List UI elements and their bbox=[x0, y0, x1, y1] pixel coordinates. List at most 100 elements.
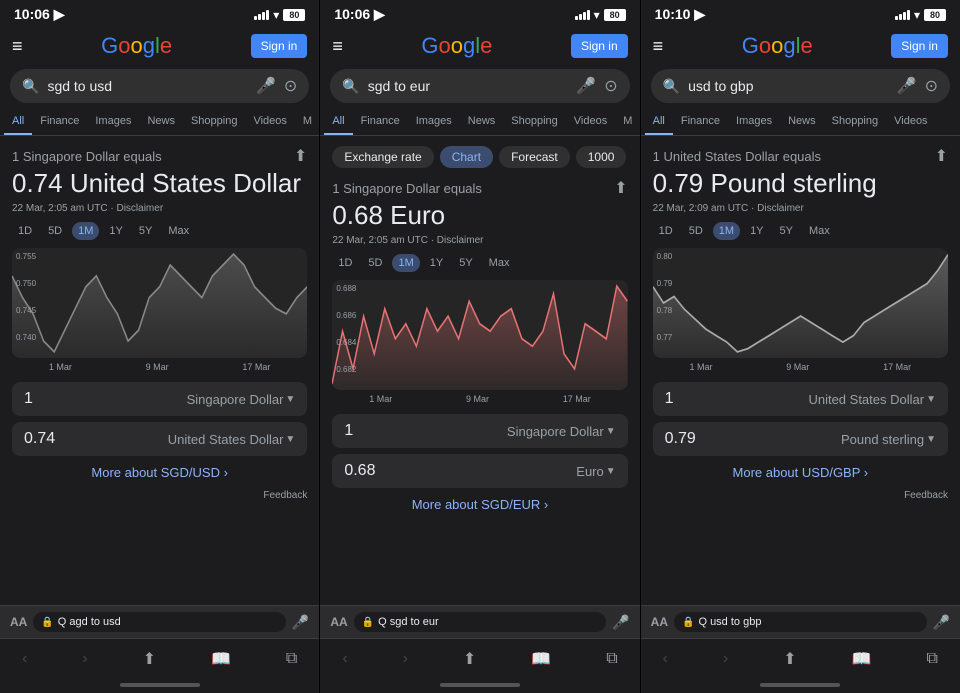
bookmarks-button[interactable]: 📖 bbox=[203, 645, 239, 673]
lens-icon[interactable]: ⊙ bbox=[604, 76, 617, 96]
conv-currency-1[interactable]: Pound sterling ▼ bbox=[841, 432, 936, 447]
more-link[interactable]: More about SGD/EUR › bbox=[332, 496, 627, 514]
bookmarks-button[interactable]: 📖 bbox=[844, 645, 880, 673]
tab-m[interactable]: M bbox=[295, 109, 319, 135]
tab-all[interactable]: All bbox=[324, 109, 352, 135]
time-btn-5d[interactable]: 5D bbox=[362, 254, 388, 272]
conv-currency-1[interactable]: Euro ▼ bbox=[576, 464, 615, 479]
time-btn-5y[interactable]: 5Y bbox=[774, 222, 799, 240]
tab-videos[interactable]: Videos bbox=[886, 109, 935, 135]
conv-currency-0[interactable]: Singapore Dollar ▼ bbox=[187, 392, 296, 407]
share-nav-button[interactable]: ⬆ bbox=[135, 645, 164, 673]
time-btn-5y[interactable]: 5Y bbox=[133, 222, 158, 240]
browser-mic-icon[interactable]: 🎤 bbox=[612, 614, 629, 631]
forward-button[interactable]: › bbox=[395, 646, 416, 672]
tabs-button[interactable]: ⧉ bbox=[278, 646, 305, 672]
back-button[interactable]: ‹ bbox=[14, 646, 35, 672]
more-link-text[interactable]: More about SGD/EUR › bbox=[412, 497, 549, 512]
browser-url[interactable]: 🔒 Q agd to usd bbox=[33, 612, 286, 632]
tab-videos[interactable]: Videos bbox=[245, 109, 294, 135]
filter-pill-chart[interactable]: Chart bbox=[440, 146, 493, 168]
tab-images[interactable]: Images bbox=[408, 109, 460, 135]
converter-row-0[interactable]: 1 Singapore Dollar ▼ bbox=[332, 414, 627, 448]
sign-in-button[interactable]: Sign in bbox=[571, 34, 628, 58]
time-btn-1d[interactable]: 1D bbox=[332, 254, 358, 272]
conv-currency-0[interactable]: United States Dollar ▼ bbox=[808, 392, 936, 407]
search-bar[interactable]: 🔍 sgd to eur 🎤 ⊙ bbox=[330, 69, 629, 103]
conv-currency-1[interactable]: United States Dollar ▼ bbox=[168, 432, 296, 447]
tab-all[interactable]: All bbox=[645, 109, 673, 135]
time-btn-max[interactable]: Max bbox=[483, 254, 516, 272]
time-btn-1d[interactable]: 1D bbox=[653, 222, 679, 240]
converter-row-1[interactable]: 0.68 Euro ▼ bbox=[332, 454, 627, 488]
browser-aa[interactable]: AA bbox=[330, 615, 347, 629]
converter-row-1[interactable]: 0.79 Pound sterling ▼ bbox=[653, 422, 948, 456]
more-link[interactable]: More about USD/GBP › bbox=[653, 464, 948, 482]
time-btn-5d[interactable]: 5D bbox=[683, 222, 709, 240]
time-btn-1y[interactable]: 1Y bbox=[744, 222, 769, 240]
share-icon[interactable]: ⬆ bbox=[614, 178, 627, 198]
time-btn-1d[interactable]: 1D bbox=[12, 222, 38, 240]
hamburger-menu[interactable]: ≡ bbox=[12, 36, 23, 57]
tab-m[interactable]: M bbox=[615, 109, 639, 135]
time-btn-1m[interactable]: 1M bbox=[713, 222, 740, 240]
lens-icon[interactable]: ⊙ bbox=[925, 76, 938, 96]
more-link[interactable]: More about SGD/USD › bbox=[12, 464, 307, 482]
tabs-button[interactable]: ⧉ bbox=[919, 646, 946, 672]
filter-pill-forecast[interactable]: Forecast bbox=[499, 146, 570, 168]
tab-images[interactable]: Images bbox=[728, 109, 780, 135]
converter-row-0[interactable]: 1 Singapore Dollar ▼ bbox=[12, 382, 307, 416]
mic-icon[interactable]: 🎤 bbox=[576, 76, 596, 96]
time-btn-max[interactable]: Max bbox=[162, 222, 195, 240]
back-button[interactable]: ‹ bbox=[334, 646, 355, 672]
more-link-text[interactable]: More about SGD/USD › bbox=[91, 465, 228, 480]
forward-button[interactable]: › bbox=[74, 646, 95, 672]
browser-mic-icon[interactable]: 🎤 bbox=[933, 614, 950, 631]
lens-icon[interactable]: ⊙ bbox=[284, 76, 297, 96]
hamburger-menu[interactable]: ≡ bbox=[653, 36, 664, 57]
time-btn-5y[interactable]: 5Y bbox=[453, 254, 478, 272]
browser-url[interactable]: 🔒 Q sgd to eur bbox=[354, 612, 607, 632]
conv-currency-0[interactable]: Singapore Dollar ▼ bbox=[507, 424, 616, 439]
sign-in-button[interactable]: Sign in bbox=[891, 34, 948, 58]
filter-pill-exchange-rate[interactable]: Exchange rate bbox=[332, 146, 433, 168]
time-btn-1y[interactable]: 1Y bbox=[103, 222, 128, 240]
more-link-text[interactable]: More about USD/GBP › bbox=[733, 465, 869, 480]
tab-finance[interactable]: Finance bbox=[353, 109, 408, 135]
tab-shopping[interactable]: Shopping bbox=[183, 109, 246, 135]
time-btn-max[interactable]: Max bbox=[803, 222, 836, 240]
tabs-button[interactable]: ⧉ bbox=[598, 646, 625, 672]
tab-images[interactable]: Images bbox=[87, 109, 139, 135]
tab-finance[interactable]: Finance bbox=[673, 109, 728, 135]
forward-button[interactable]: › bbox=[715, 646, 736, 672]
bookmarks-button[interactable]: 📖 bbox=[523, 645, 559, 673]
browser-aa[interactable]: AA bbox=[10, 615, 27, 629]
time-btn-5d[interactable]: 5D bbox=[42, 222, 68, 240]
back-button[interactable]: ‹ bbox=[655, 646, 676, 672]
tab-news[interactable]: News bbox=[139, 109, 183, 135]
mic-icon[interactable]: 🎤 bbox=[897, 76, 917, 96]
share-icon[interactable]: ⬆ bbox=[294, 146, 307, 166]
mic-icon[interactable]: 🎤 bbox=[256, 76, 276, 96]
browser-url[interactable]: 🔒 Q usd to gbp bbox=[674, 612, 927, 632]
share-icon[interactable]: ⬆ bbox=[935, 146, 948, 166]
time-btn-1y[interactable]: 1Y bbox=[424, 254, 449, 272]
time-btn-1m[interactable]: 1M bbox=[72, 222, 99, 240]
tab-videos[interactable]: Videos bbox=[566, 109, 615, 135]
search-bar[interactable]: 🔍 sgd to usd 🎤 ⊙ bbox=[10, 69, 309, 103]
hamburger-menu[interactable]: ≡ bbox=[332, 36, 343, 57]
converter-row-1[interactable]: 0.74 United States Dollar ▼ bbox=[12, 422, 307, 456]
filter-pill-1000[interactable]: 1000 bbox=[576, 146, 627, 168]
tab-news[interactable]: News bbox=[780, 109, 824, 135]
share-nav-button[interactable]: ⬆ bbox=[775, 645, 804, 673]
tab-news[interactable]: News bbox=[460, 109, 504, 135]
converter-row-0[interactable]: 1 United States Dollar ▼ bbox=[653, 382, 948, 416]
browser-mic-icon[interactable]: 🎤 bbox=[292, 614, 309, 631]
sign-in-button[interactable]: Sign in bbox=[251, 34, 308, 58]
tab-shopping[interactable]: Shopping bbox=[824, 109, 887, 135]
tab-all[interactable]: All bbox=[4, 109, 32, 135]
tab-shopping[interactable]: Shopping bbox=[503, 109, 566, 135]
tab-finance[interactable]: Finance bbox=[32, 109, 87, 135]
share-nav-button[interactable]: ⬆ bbox=[455, 645, 484, 673]
search-bar[interactable]: 🔍 usd to gbp 🎤 ⊙ bbox=[651, 69, 950, 103]
